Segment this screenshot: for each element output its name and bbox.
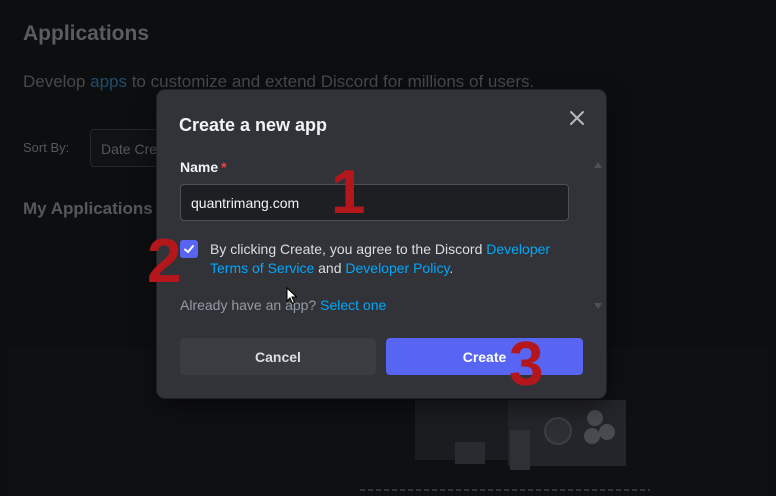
mouse-cursor-icon	[286, 287, 298, 305]
close-icon	[570, 111, 584, 125]
step-marker-2: 2	[147, 227, 182, 296]
agree-suffix: .	[449, 260, 454, 276]
description-prefix: Develop	[23, 72, 91, 91]
checkmark-icon	[184, 245, 194, 253]
policy-link[interactable]: Developer Policy	[345, 260, 449, 276]
agree-prefix: By clicking Create, you agree to the Dis…	[210, 241, 487, 257]
agree-checkbox[interactable]	[180, 240, 198, 258]
agree-text: By clicking Create, you agree to the Dis…	[210, 240, 580, 278]
close-button[interactable]	[566, 107, 588, 129]
sort-label: Sort By:	[23, 140, 70, 155]
agree-mid: and	[314, 260, 346, 276]
already-text: Already have an app?	[180, 297, 321, 313]
modal-title: Create a new app	[179, 115, 328, 135]
description-suffix: to customize and extend Discord for mill…	[126, 72, 535, 91]
scroll-up-arrow-icon[interactable]	[594, 162, 602, 168]
page-description: Develop apps to customize and extend Dis…	[23, 72, 534, 92]
name-label-text: Name	[180, 159, 219, 175]
step-marker-3: 3	[509, 330, 544, 399]
apps-link[interactable]: apps	[90, 72, 127, 91]
app-name-input[interactable]	[180, 184, 569, 221]
create-button[interactable]: Create	[386, 338, 583, 375]
already-have-app: Already have an app? Select one	[180, 297, 386, 313]
page-title: Applications	[23, 22, 150, 45]
name-label: Name *	[180, 159, 227, 175]
required-mark: *	[221, 159, 227, 175]
scroll-down-arrow-icon[interactable]	[594, 303, 602, 309]
cancel-button[interactable]: Cancel	[180, 338, 376, 375]
my-applications-heading: My Applications	[23, 199, 153, 218]
select-one-link[interactable]: Select one	[320, 297, 386, 313]
step-marker-1: 1	[331, 158, 366, 227]
